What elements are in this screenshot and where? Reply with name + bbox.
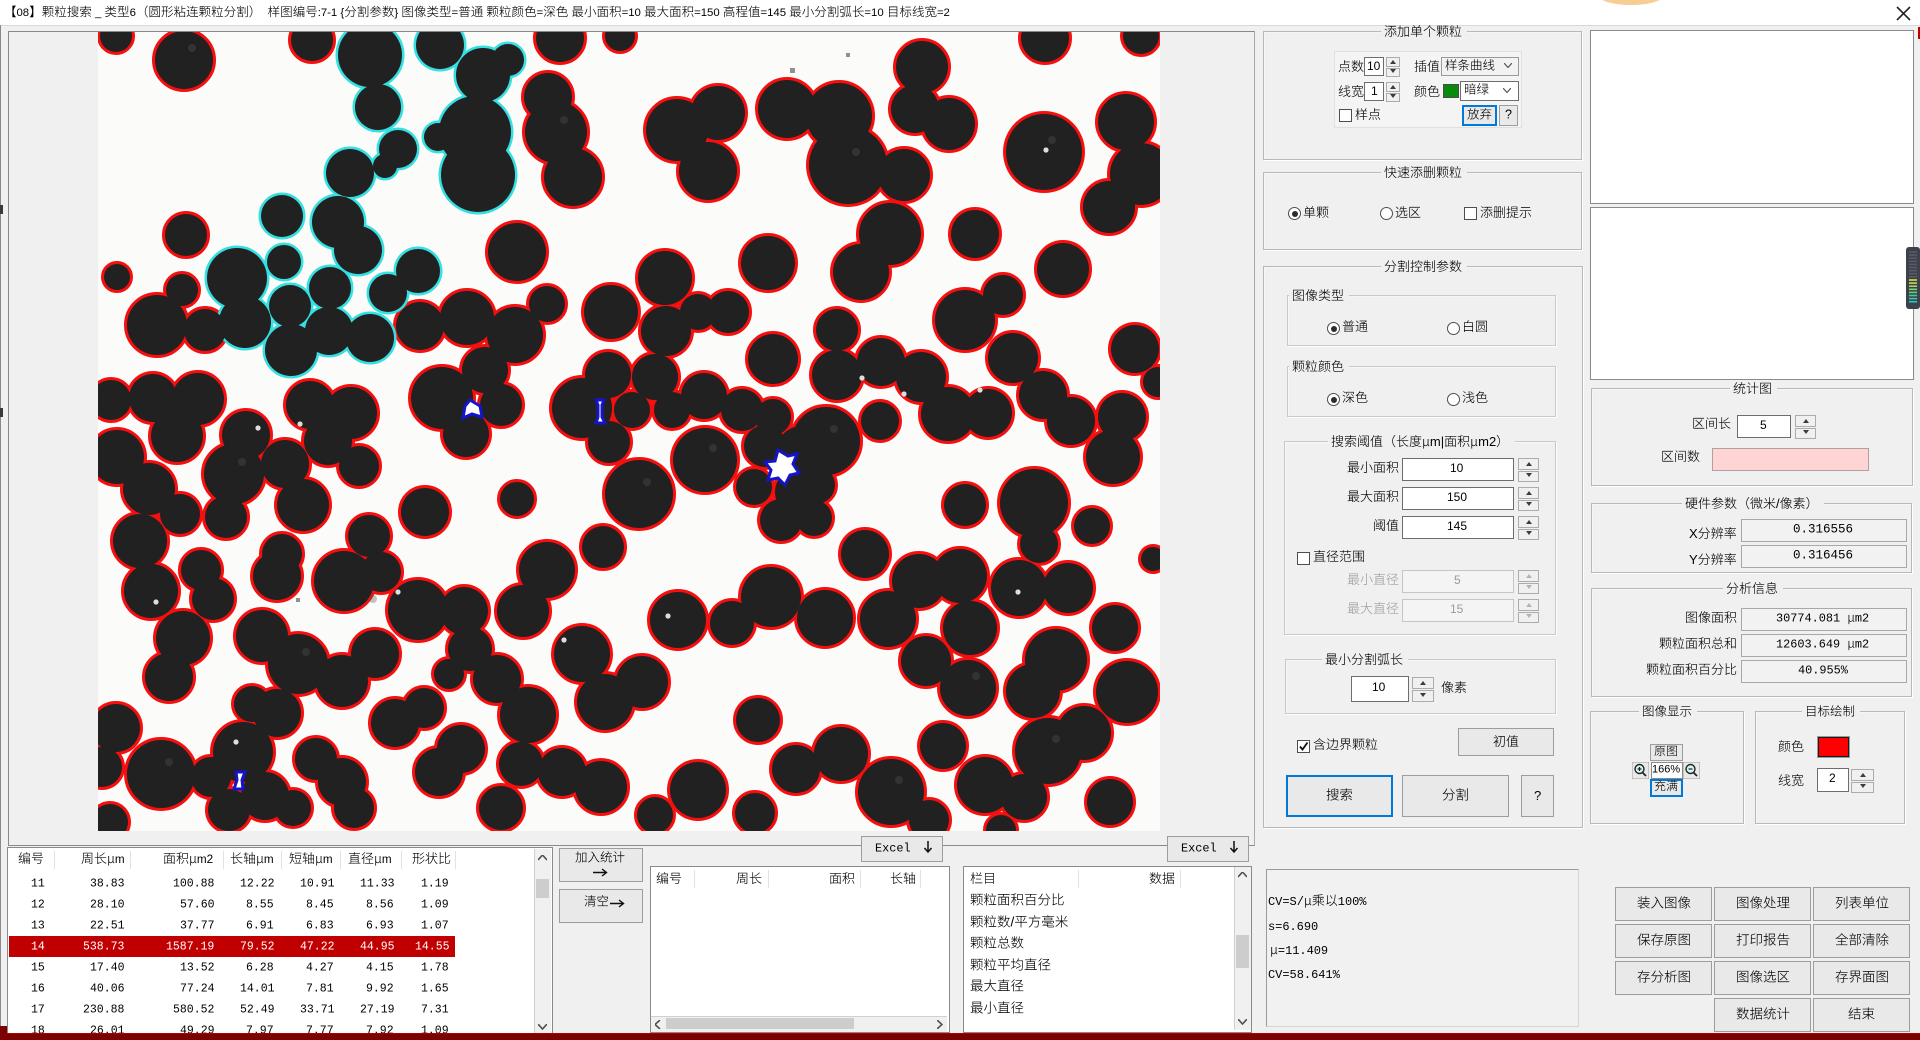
svg-text:40.955%: 40.955%	[1798, 664, 1849, 678]
svg-text:12: 12	[31, 899, 45, 912]
svg-text:m|: m|	[1430, 435, 1444, 449]
svg-text:=2: =2	[937, 7, 950, 19]
svg-text:1.07: 1.07	[421, 920, 449, 933]
svg-text:230.88: 230.88	[83, 1004, 124, 1017]
svg-text:0.316556: 0.316556	[1793, 523, 1853, 537]
svg-text:CV=58.641%: CV=58.641%	[1268, 968, 1341, 982]
svg-text:33.71: 33.71	[300, 1004, 335, 1017]
svg-text:22.51: 22.51	[90, 920, 125, 933]
svg-text:=145: =145	[761, 7, 790, 19]
svg-text:100.88: 100.88	[173, 878, 214, 891]
svg-text:0.316456: 0.316456	[1793, 549, 1853, 563]
svg-text::7-1 {: :7-1 {	[318, 7, 345, 19]
svg-text:1.78: 1.78	[421, 962, 449, 975]
svg-text:52.49: 52.49	[240, 1004, 275, 1017]
svg-text:s=6.690: s=6.690	[1268, 920, 1318, 934]
svg-text:1.65: 1.65	[421, 983, 449, 996]
svg-text:10: 10	[1367, 60, 1381, 73]
svg-text:14.01: 14.01	[240, 983, 275, 996]
svg-text:}: }	[394, 7, 401, 19]
svg-text:79.52: 79.52	[240, 941, 275, 954]
svg-text:/: /	[1776, 497, 1780, 511]
svg-text:17.40: 17.40	[90, 962, 125, 975]
svg-text:=10: =10	[864, 7, 886, 19]
svg-text:m2: m2	[1478, 435, 1496, 449]
svg-text:1587.19: 1587.19	[166, 941, 214, 954]
svg-text:11: 11	[31, 878, 45, 891]
svg-text:=: =	[452, 7, 459, 19]
svg-text:28.10: 28.10	[90, 899, 125, 912]
svg-text:/: /	[1011, 915, 1015, 930]
svg-text:10: 10	[1372, 681, 1386, 694]
svg-text:1.09: 1.09	[421, 899, 449, 912]
svg-text:8.45: 8.45	[306, 899, 334, 912]
svg-text:?: ?	[1505, 108, 1512, 122]
svg-text:47.22: 47.22	[300, 941, 335, 954]
svg-text:6: 6	[130, 7, 136, 19]
svg-text:5: 5	[1760, 419, 1767, 432]
svg-text:27.19: 27.19	[360, 1004, 395, 1017]
svg-text:40.06: 40.06	[90, 983, 125, 996]
svg-text:6.93: 6.93	[366, 920, 394, 933]
svg-text:14: 14	[31, 941, 45, 954]
svg-text:13: 13	[31, 920, 45, 933]
svg-text:44.95: 44.95	[360, 941, 395, 954]
svg-text:17: 17	[31, 1004, 45, 1017]
svg-text:14.55: 14.55	[415, 941, 450, 954]
svg-text:=11.409: =11.409	[1278, 944, 1328, 958]
svg-text:100%: 100%	[1338, 895, 1367, 909]
svg-text:6.83: 6.83	[306, 920, 334, 933]
svg-text:38.83: 38.83	[90, 878, 125, 891]
svg-text:5: 5	[1454, 574, 1461, 587]
svg-text:10: 10	[1450, 462, 1464, 475]
svg-text:13.52: 13.52	[180, 962, 215, 975]
svg-text:X: X	[1689, 527, 1698, 541]
svg-text:Y: Y	[1689, 553, 1698, 567]
svg-text:15: 15	[31, 962, 45, 975]
svg-text:10.91: 10.91	[300, 878, 335, 891]
svg-text:8.56: 8.56	[366, 899, 394, 912]
svg-text:166%: 166%	[1652, 763, 1680, 775]
svg-text:7.81: 7.81	[306, 983, 334, 996]
svg-text:580.52: 580.52	[173, 1004, 214, 1017]
svg-text:1.19: 1.19	[421, 878, 449, 891]
svg-text:m2: m2	[197, 853, 213, 866]
svg-text:6.91: 6.91	[246, 920, 274, 933]
svg-text:Excel: Excel	[1181, 842, 1217, 856]
svg-text:30774.081: 30774.081	[1776, 612, 1847, 626]
svg-text:m2: m2	[1855, 638, 1869, 652]
svg-text:37.77: 37.77	[180, 920, 215, 933]
svg-text:57.60: 57.60	[180, 899, 215, 912]
svg-text:6.28: 6.28	[246, 962, 274, 975]
svg-text:_: _	[92, 7, 105, 19]
svg-text:4.15: 4.15	[366, 962, 394, 975]
svg-text:77.24: 77.24	[180, 983, 215, 996]
svg-text:?: ?	[1534, 789, 1541, 803]
svg-text:08: 08	[17, 7, 30, 19]
svg-text:m: m	[115, 853, 125, 866]
svg-text:7.31: 7.31	[421, 1004, 449, 1017]
svg-text:=150: =150	[694, 7, 723, 19]
svg-text:m: m	[264, 853, 274, 866]
svg-text:CV=S/: CV=S/	[1268, 895, 1304, 909]
svg-text:9.92: 9.92	[366, 983, 394, 996]
svg-text:=: =	[537, 7, 544, 19]
svg-text:145: 145	[1447, 520, 1467, 533]
svg-text:15: 15	[1450, 603, 1464, 616]
svg-text:538.73: 538.73	[83, 941, 124, 954]
svg-text:12.22: 12.22	[240, 878, 275, 891]
svg-text:Excel: Excel	[875, 842, 911, 856]
svg-text:16: 16	[31, 983, 45, 996]
svg-text:m: m	[382, 853, 392, 866]
svg-text:2: 2	[1829, 772, 1836, 785]
svg-text:12603.649: 12603.649	[1776, 638, 1847, 652]
svg-text:8.55: 8.55	[246, 899, 274, 912]
svg-text:m2: m2	[1855, 612, 1869, 626]
svg-text:m: m	[323, 853, 333, 866]
svg-text:4.27: 4.27	[306, 962, 334, 975]
svg-text:11.33: 11.33	[360, 878, 395, 891]
svg-text:150: 150	[1447, 491, 1467, 504]
svg-text:=10: =10	[622, 7, 644, 19]
svg-text:1: 1	[1371, 85, 1378, 98]
